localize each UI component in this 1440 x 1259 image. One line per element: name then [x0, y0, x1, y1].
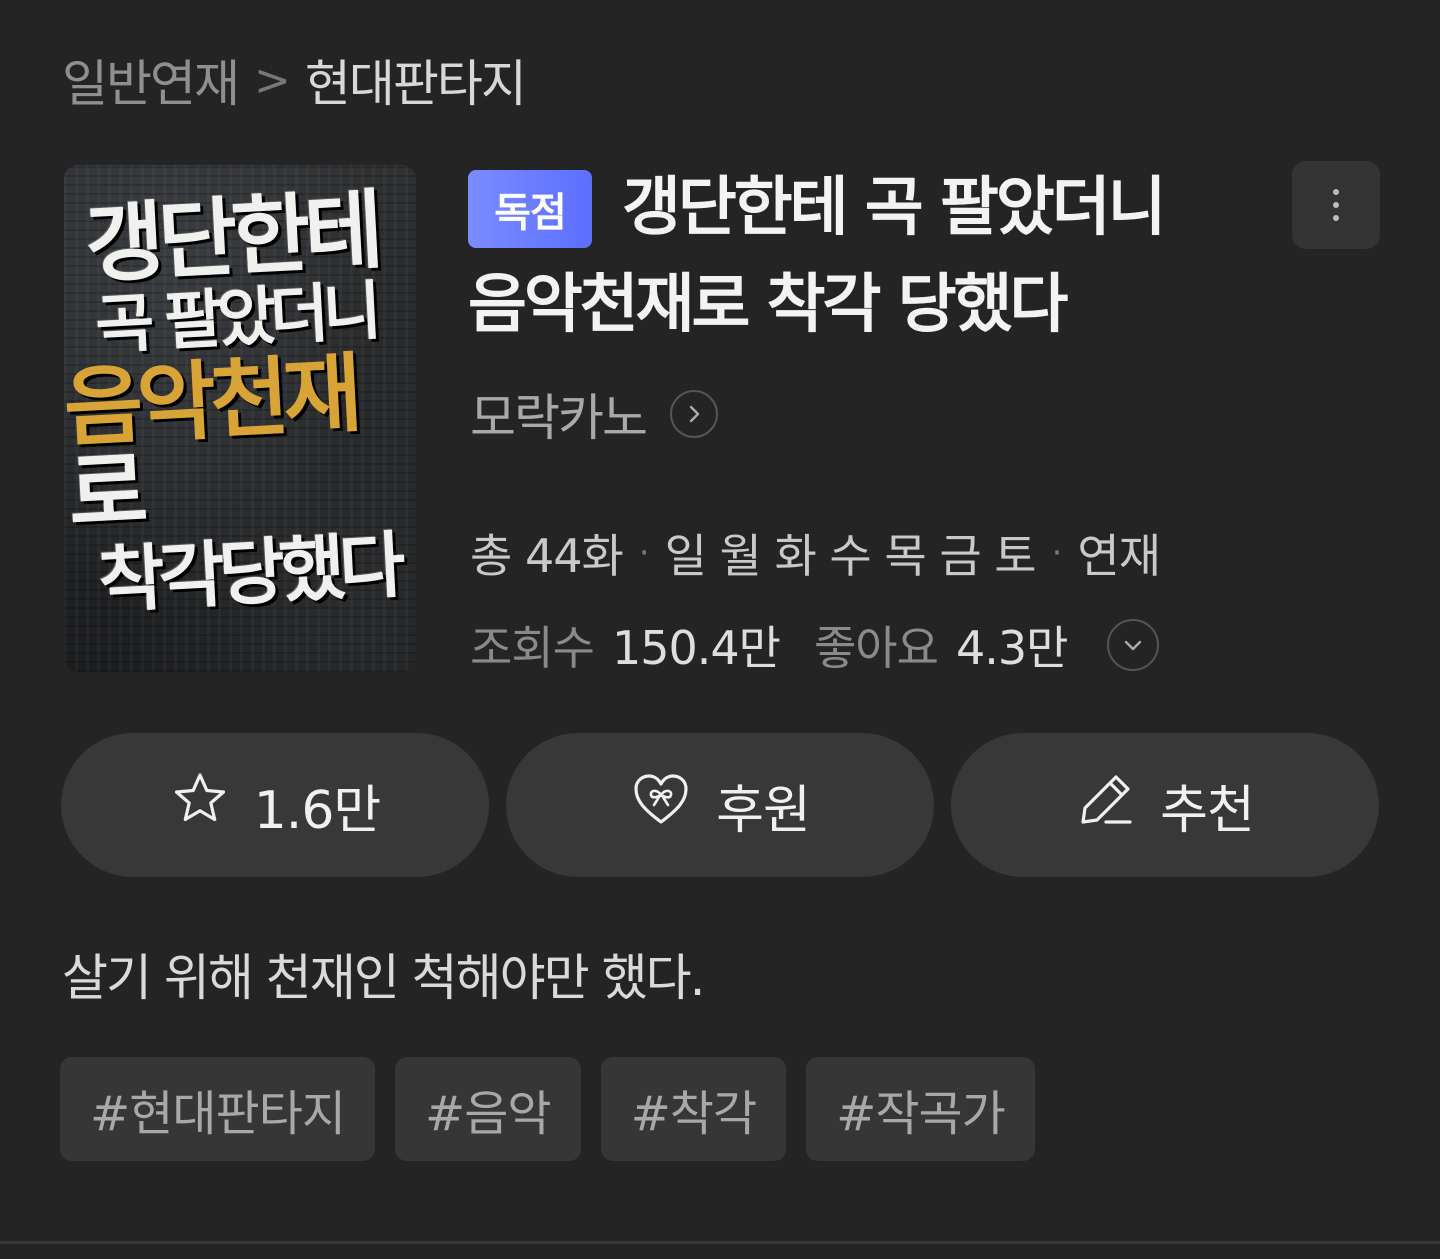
cover-image[interactable]: 갱단한테 곡 팔았더니 음악천재로 착각당했다 — [64, 165, 416, 672]
views-value: 150.4만 — [611, 621, 781, 675]
separator-dot: · — [638, 533, 650, 573]
star-icon — [170, 769, 230, 842]
separator-dot: · — [1051, 533, 1063, 573]
cover-line-4: 착각당했다 — [96, 522, 402, 623]
chevron-down-icon[interactable] — [1107, 619, 1160, 671]
more-vertical-icon-dot — [1333, 202, 1339, 208]
tag-chip[interactable]: #음악 — [395, 1057, 581, 1161]
more-options-button[interactable] — [1292, 161, 1380, 249]
cover-line-3: 음악천재로 — [64, 344, 416, 545]
tag-chip[interactable]: #현대판타지 — [60, 1057, 376, 1161]
views-label: 조회수 — [470, 621, 595, 675]
tag-chip[interactable]: #작곡가 — [806, 1057, 1035, 1161]
more-vertical-icon — [1333, 189, 1339, 195]
heart-gift-icon — [630, 768, 692, 843]
likes-label: 좋아요 — [813, 621, 939, 675]
recommend-button[interactable]: 추천 — [951, 733, 1379, 877]
favorite-count: 1.6만 — [253, 780, 382, 841]
breadcrumb: 일반연재 > 현대판타지 — [62, 44, 527, 116]
stats-info: 조회수 150.4만 좋아요 4.3만 — [470, 612, 1160, 678]
cover-title-art: 갱단한테 곡 팔았더니 음악천재로 착각당했다 — [64, 180, 416, 623]
synopsis-text: 살기 위해 천재인 척해야만 했다. — [62, 949, 705, 1007]
serial-status: 연재 — [1077, 529, 1161, 583]
author-link[interactable]: 모락카노 — [470, 378, 718, 450]
author-name: 모락카노 — [470, 389, 648, 447]
episode-count: 총 44화 — [470, 529, 624, 583]
exclusive-badge: 독점 — [468, 170, 592, 248]
favorite-button[interactable]: 1.6만 — [61, 733, 489, 877]
breadcrumb-category[interactable]: 일반연재 — [62, 44, 240, 116]
cover-line-3-rest: 로 — [66, 441, 145, 546]
pencil-icon — [1076, 769, 1136, 842]
section-divider — [0, 1241, 1440, 1244]
breadcrumb-genre[interactable]: 현대판타지 — [305, 44, 527, 116]
support-button[interactable]: 후원 — [506, 733, 934, 877]
schedule-info: 총 44화 · 일 월 화 수 목 금 토 · 연재 — [470, 520, 1161, 586]
likes-value: 4.3만 — [955, 621, 1068, 675]
recommend-label: 추천 — [1160, 780, 1255, 841]
tag-chip[interactable]: #착각 — [600, 1057, 787, 1161]
more-vertical-icon-dot — [1333, 215, 1339, 221]
cover-line-1: 갱단한테 — [82, 180, 381, 296]
update-days: 일 월 화 수 목 금 토 — [664, 529, 1037, 583]
chevron-right-icon — [670, 390, 718, 438]
breadcrumb-separator: > — [254, 54, 291, 106]
support-label: 후원 — [716, 780, 811, 841]
cover-line-3-gold: 음악천재 — [64, 343, 359, 460]
tag-list: #현대판타지 #음악 #착각 #작곡가 — [60, 1057, 1035, 1161]
